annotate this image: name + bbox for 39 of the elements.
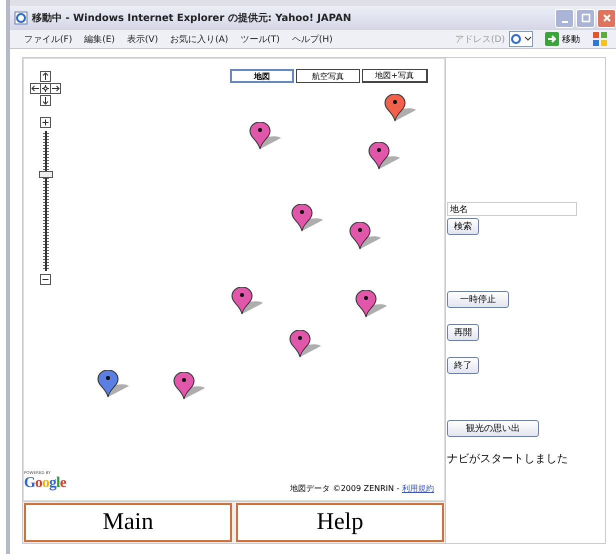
action-button[interactable]: 終了 [447,357,479,374]
windows-flag-icon [592,31,608,47]
action-button[interactable]: 再開 [447,324,479,341]
maximize-icon [580,13,590,23]
zoom-in-button[interactable] [40,117,51,128]
close-icon [602,13,612,23]
slider-thumb[interactable] [39,170,53,178]
nav-button[interactable]: Help [236,503,444,542]
close-button[interactable] [597,8,616,28]
nav-button[interactable]: Main [24,503,232,542]
map-attribution: 地図データ ©2009 ZENRIN - [290,484,400,493]
pan-down-button[interactable] [40,95,51,106]
action-button[interactable]: 観光の思い出 [447,420,539,437]
map-type-tab[interactable]: 地図+写真 [362,69,428,83]
menu-item[interactable]: ツール(T) [240,32,280,46]
window-title: 移動中 - Windows Internet Explorer の提供元: Yahoo! JAPAN [32,12,352,25]
go-button[interactable]: 移動 [545,32,580,46]
browser-icon [14,11,28,25]
search-field[interactable]: 地名 [447,202,577,216]
center-button[interactable] [40,83,51,94]
page-icon[interactable] [509,31,533,47]
map-type-tab[interactable]: 地図 [230,69,294,83]
action-button[interactable]: 一時停止 [447,291,509,308]
map-type-tab[interactable]: 航空写真 [296,69,360,83]
pan-left-button[interactable] [30,83,41,94]
action-button[interactable]: 検索 [447,218,479,235]
menu-item[interactable]: 表示(V) [126,32,158,46]
terms-link[interactable]: 利用規約 [402,484,434,493]
google-logo: Google [24,475,66,492]
pan-right-button[interactable] [50,83,61,94]
address-label: アドレス(D) [455,34,505,46]
pan-up-button[interactable] [40,71,51,82]
status-message: ナビがスタートしました [447,451,568,466]
menu-item[interactable]: ファイル(F) [24,32,72,46]
zoom-out-button[interactable] [40,274,51,285]
minimize-icon [562,21,568,23]
menu-item[interactable]: 編集(E) [84,32,115,46]
menu-item[interactable]: ヘルプ(H) [292,32,333,46]
menu-item[interactable]: お気に入り(A) [170,32,228,46]
